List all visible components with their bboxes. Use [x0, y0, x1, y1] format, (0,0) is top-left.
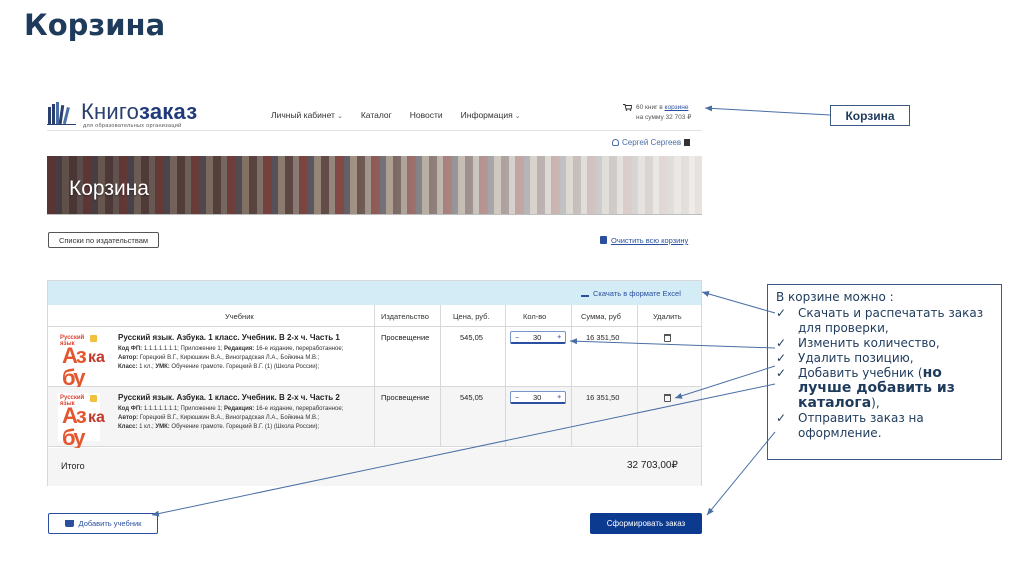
total-row: Итого 32 703,00₽ — [48, 448, 701, 486]
col-book: Учебник — [225, 312, 254, 321]
total-label: Итого — [61, 461, 85, 471]
increase-button[interactable]: + — [557, 332, 561, 341]
col-divider — [505, 305, 506, 447]
cart-table: Скачать в формате Excel Учебник Издатель… — [47, 280, 702, 486]
col-divider — [571, 305, 572, 447]
cart-link[interactable]: корзине — [665, 104, 689, 111]
check-icon: ✓ — [776, 411, 787, 425]
slide-title: Корзина — [24, 8, 166, 42]
col-divider — [637, 305, 638, 447]
callout-item: ✓ Скачать и распечатать заказ для проверк… — [776, 306, 984, 335]
delete-icon[interactable] — [664, 394, 671, 402]
callout-features: В корзине можно : ✓ Скачать и распечатать… — [767, 284, 1002, 460]
total-value: 32 703,00₽ — [627, 460, 678, 471]
callout-item: ✓ Удалить позицию, — [776, 351, 914, 365]
col-price: Цена, руб. — [453, 312, 490, 321]
cover-badge — [90, 335, 97, 342]
logout-icon[interactable] — [684, 139, 691, 146]
check-icon: ✓ — [776, 351, 787, 365]
publisher-cell: Просвещение — [381, 393, 430, 402]
submit-order-button[interactable]: Сформировать заказ — [590, 513, 702, 534]
arrow-to-excel — [701, 291, 776, 314]
quantity-stepper: − 30 + — [510, 331, 566, 344]
chevron-down-icon: ⌄ — [514, 113, 521, 120]
callout-item: ✓ Добавить учебник (но лучше добавить из … — [776, 365, 955, 411]
nav-item-info[interactable]: Информация ⌄ — [461, 110, 521, 120]
check-icon: ✓ — [776, 336, 787, 350]
cart-icon — [64, 520, 74, 527]
book-meta: Код ФП: 1.1.1.1.1.1.1; Приложение 1; Ред… — [118, 406, 344, 430]
sum-cell: 16 351,50 — [586, 393, 620, 402]
clear-cart-link[interactable]: Очистить всю корзину — [600, 236, 688, 245]
nav-item-news[interactable]: Новости — [410, 110, 443, 120]
book-cover-image[interactable]: Русский язык Аз бу ка — [58, 333, 105, 389]
header-divider — [47, 130, 702, 131]
col-divider — [440, 305, 441, 447]
quantity-input[interactable]: 30 — [533, 333, 541, 342]
user-icon — [612, 139, 619, 146]
col-qty: Кол-во — [523, 312, 547, 321]
decrease-button[interactable]: − — [515, 333, 519, 342]
increase-button[interactable]: + — [557, 392, 561, 401]
book-title[interactable]: Русский язык. Азбука. 1 класс. Учебник. … — [118, 393, 340, 402]
col-divider — [374, 305, 375, 447]
decrease-button[interactable]: − — [515, 393, 519, 402]
page-title: Корзина — [69, 177, 149, 200]
nav-item-catalog[interactable]: Каталог — [361, 110, 392, 120]
lists-by-publisher-button[interactable]: Списки по издательствам — [48, 232, 159, 248]
arrow-to-submit — [706, 431, 776, 516]
nav-item-cabinet[interactable]: Личный кабинет ⌄ — [271, 110, 343, 120]
banner-divider — [47, 214, 702, 215]
arrow-to-cart — [704, 105, 831, 116]
col-delete: Удалить — [653, 312, 682, 321]
quantity-input[interactable]: 30 — [533, 393, 541, 402]
book-meta: Код ФП: 1.1.1.1.1.1.1; Приложение 1; Ред… — [118, 346, 344, 370]
book-title[interactable]: Русский язык. Азбука. 1 класс. Учебник. … — [118, 333, 340, 342]
site-logo[interactable]: Книгозаказ для образовательных организац… — [47, 99, 217, 129]
cart-summary[interactable]: 60 книг в корзине на сумму 32 703 ₽ — [623, 103, 691, 123]
download-icon — [581, 290, 589, 297]
logo-text: Книгозаказ — [81, 99, 198, 124]
callout-heading: В корзине можно : — [776, 290, 894, 304]
cart-summary-sum: на сумму 32 703 ₽ — [636, 114, 692, 121]
price-cell: 545,05 — [460, 333, 483, 342]
sum-cell: 16 351,50 — [586, 333, 620, 342]
user-menu[interactable]: Сергей Сергеев — [612, 138, 691, 147]
callout-cart: Корзина — [830, 105, 910, 126]
page-banner: Корзина — [47, 156, 702, 214]
price-cell: 545,05 — [460, 393, 483, 402]
add-book-button[interactable]: Добавить учебник — [48, 513, 158, 534]
cart-page: Книгозаказ для образовательных организац… — [47, 95, 702, 540]
col-sum: Сумма, руб — [581, 312, 621, 321]
cart-icon — [623, 103, 632, 111]
publisher-cell: Просвещение — [381, 333, 430, 342]
main-nav: Личный кабинет ⌄ Каталог Новости Информац… — [271, 110, 521, 120]
logo-tagline: для образовательных организаций — [83, 123, 182, 129]
check-icon: ✓ — [776, 306, 787, 320]
quantity-stepper: − 30 + — [510, 391, 566, 404]
check-icon: ✓ — [776, 366, 787, 380]
callout-item: ✓ Отправить заказ на оформление. — [776, 411, 924, 440]
download-excel-link[interactable]: Скачать в формате Excel — [581, 289, 681, 298]
books-logo-icon — [47, 102, 76, 125]
col-publisher: Издательство — [381, 312, 429, 321]
book-cover-image[interactable]: Русский язык Аз бу ка — [58, 393, 105, 449]
trash-icon — [600, 236, 607, 244]
table-toolbar: Скачать в формате Excel — [48, 281, 701, 305]
delete-icon[interactable] — [664, 334, 671, 342]
chevron-down-icon: ⌄ — [336, 113, 343, 120]
callout-item: ✓ Изменить количество, — [776, 336, 940, 350]
cover-badge — [90, 395, 97, 402]
